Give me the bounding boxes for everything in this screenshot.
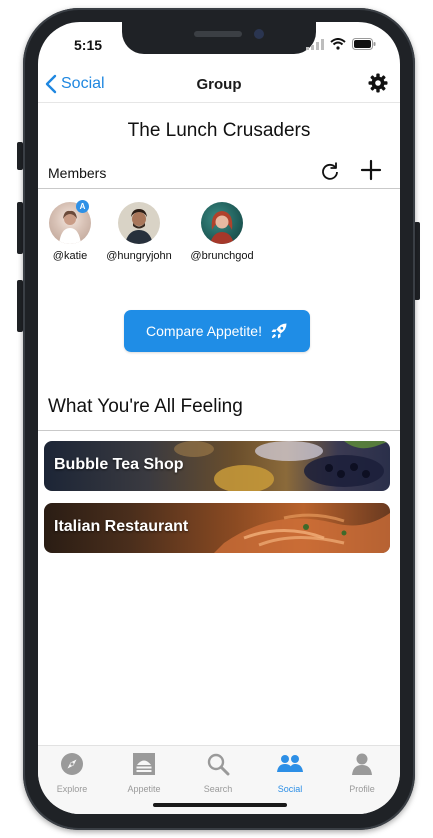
wifi-icon [330,38,346,50]
tab-label: Search [203,784,233,794]
refresh-members-button[interactable] [320,161,340,186]
status-time: 5:15 [74,37,103,53]
members-divider [38,188,400,189]
tab-social[interactable]: Social [254,752,326,794]
appetite-icon [133,753,155,775]
speaker-grille [194,31,242,37]
plus-icon [360,159,382,181]
front-camera [254,29,264,39]
feeling-label: Bubble Tea Shop [54,456,184,473]
compass-icon [61,753,83,775]
signal-icon [306,38,324,50]
navigation-bar: Social Group [38,68,400,102]
search-icon [207,753,230,776]
notch [122,22,316,54]
app-screen: 5:15 Social Group The Lunch Crusaders Me… [38,22,400,814]
tab-label: Profile [349,784,375,794]
gear-icon [368,73,388,93]
group-name: The Lunch Crusaders [127,120,311,141]
settings-button[interactable] [368,73,388,98]
person-icon [352,753,372,775]
person-photo-icon [125,209,153,244]
tab-appetite[interactable]: Appetite [108,752,180,794]
people-icon [277,755,303,772]
feelings-divider [38,430,400,431]
feeling-label: Italian Restaurant [54,518,189,535]
add-member-button[interactable] [360,159,382,186]
feeling-card-bubble-tea[interactable]: Bubble Tea Shop [44,441,390,491]
compare-appetite-label: Compare Appetite! [146,323,262,339]
tab-label: Social [277,784,303,794]
tab-explore[interactable]: Explore [38,752,108,794]
rocket-icon [271,323,287,339]
home-indicator [153,803,287,807]
refresh-icon [322,162,338,180]
nav-divider [38,102,400,103]
members-label: Members [48,165,107,181]
admin-badge: A [76,200,89,213]
member-handle: @brunchgod [190,250,254,262]
person-photo-icon [210,211,234,244]
member-brunchgod[interactable]: @brunchgod [177,202,267,262]
tab-search[interactable]: Search [182,752,254,794]
tab-label: Explore [56,784,88,794]
tab-profile[interactable]: Profile [326,752,398,794]
compare-appetite-button[interactable]: Compare Appetite! [124,310,310,352]
battery-icon [352,38,376,50]
page-title: Group [196,76,242,93]
feeling-card-italian[interactable]: Italian Restaurant [44,503,390,553]
avatar [118,202,160,244]
member-handle: @hungryjohn [106,250,172,262]
status-icons [306,38,376,50]
tab-label: Appetite [127,784,161,794]
member-hungryjohn[interactable]: @hungryjohn [94,202,184,262]
avatar [201,202,243,244]
feelings-title: What You're All Feeling [48,396,243,417]
